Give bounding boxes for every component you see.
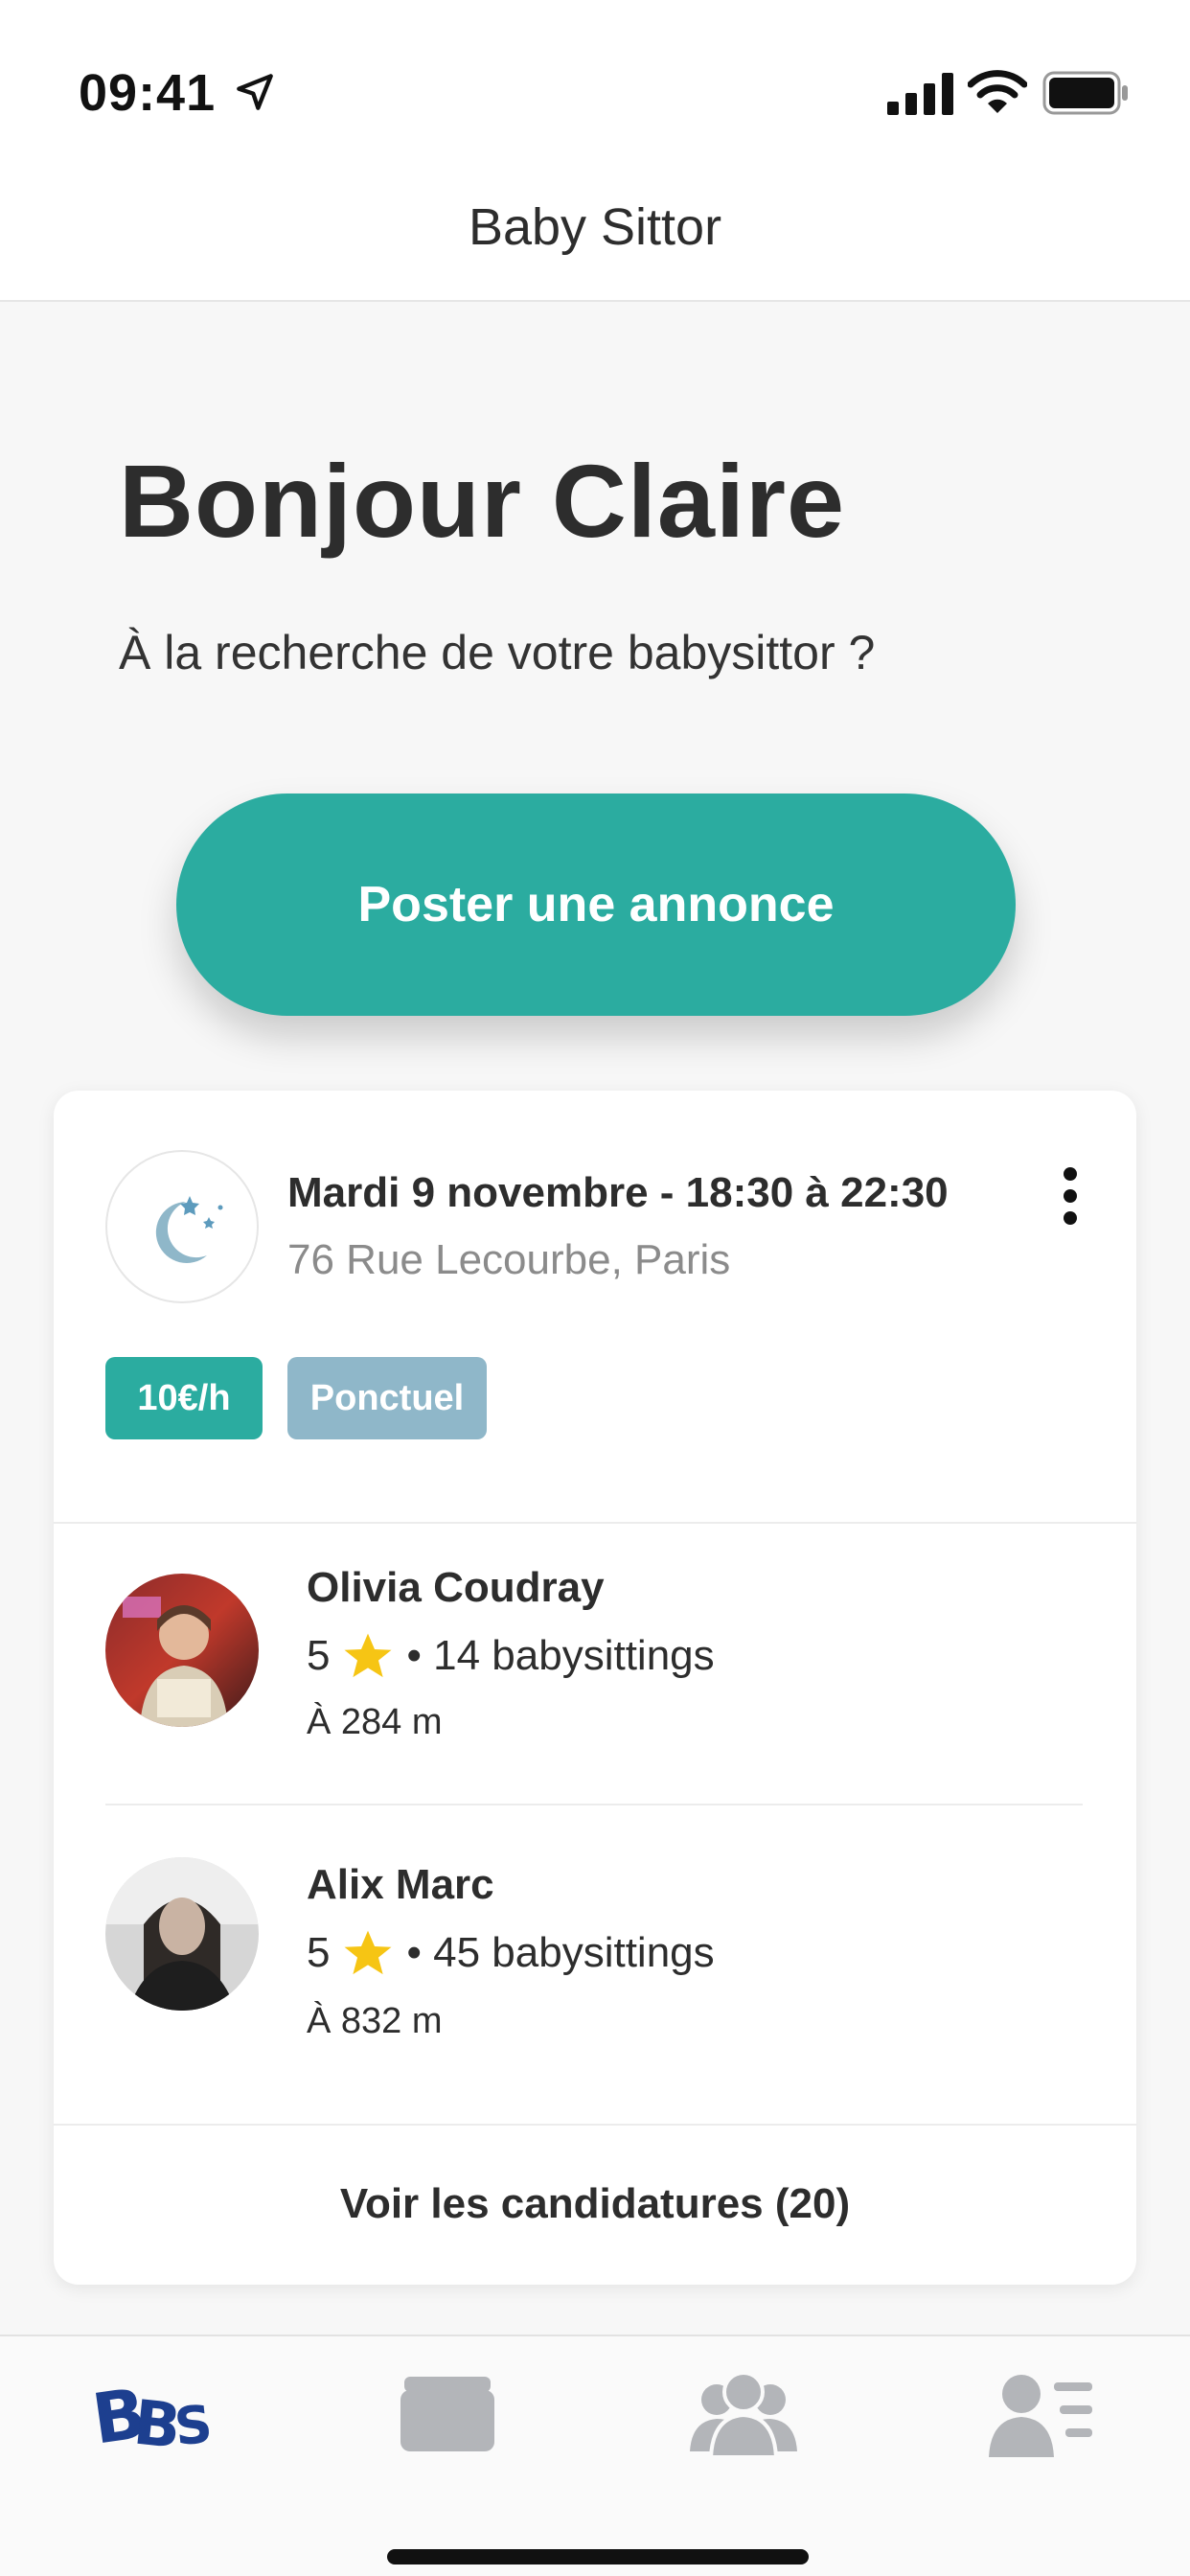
location-arrow-icon	[237, 74, 273, 110]
tab-home[interactable]: B B S	[87, 2365, 215, 2463]
more-options-icon[interactable]	[1054, 1165, 1088, 1227]
babysittings-count: • 14 babysittings	[406, 1632, 715, 1679]
greeting-subtitle: À la recherche de votre babysittor ?	[119, 626, 876, 679]
rating-value: 5	[307, 1632, 331, 1679]
post-ad-button[interactable]: Poster une annonce	[176, 794, 1016, 1016]
sitter-rating: 5 • 14 babysittings	[307, 1629, 715, 1683]
sitter-distance: À 284 m	[307, 1702, 443, 1742]
divider	[54, 1522, 1136, 1524]
greeting-title: Bonjour Claire	[119, 443, 846, 559]
rating-value: 5	[307, 1929, 331, 1976]
wifi-icon	[968, 70, 1027, 113]
tab-wallet[interactable]	[395, 2365, 510, 2461]
job-date: Mardi 9 novembre - 18:30 à 22:30	[287, 1169, 949, 1216]
moon-stars-icon	[155, 1196, 223, 1263]
svg-text:S: S	[172, 2394, 215, 2458]
battery-icon	[1042, 71, 1128, 115]
star-icon	[344, 1633, 392, 1678]
babysittings-count: • 45 babysittings	[406, 1929, 715, 1976]
type-badge: Ponctuel	[287, 1357, 487, 1439]
page-title: Baby Sittor	[468, 198, 722, 256]
job-avatar	[105, 1150, 259, 1303]
see-applications-button[interactable]: Voir les candidatures (20)	[54, 2124, 1136, 2285]
cellular-signal-icon	[887, 73, 953, 115]
home-indicator[interactable]	[387, 2549, 809, 2564]
avatar[interactable]	[105, 1574, 259, 1727]
profile-list-icon	[989, 2375, 1092, 2457]
sitter-name[interactable]: Alix Marc	[307, 1861, 494, 1909]
group-icon	[690, 2371, 797, 2459]
job-address: 76 Rue Lecourbe, Paris	[287, 1236, 731, 1283]
bbs-logo-icon: B B S	[87, 2373, 215, 2463]
sitter-name[interactable]: Olivia Coudray	[307, 1564, 605, 1612]
avatar[interactable]	[105, 1857, 259, 2011]
tab-profile[interactable]	[987, 2365, 1102, 2461]
status-time: 09:41	[79, 64, 217, 122]
divider	[105, 1804, 1083, 1806]
star-icon	[344, 1930, 392, 1975]
rate-badge: 10€/h	[105, 1357, 263, 1439]
sitter-distance: À 832 m	[307, 2001, 443, 2041]
wallet-icon	[400, 2377, 494, 2451]
sitter-rating: 5 • 45 babysittings	[307, 1926, 715, 1980]
tab-community[interactable]	[686, 2365, 801, 2461]
